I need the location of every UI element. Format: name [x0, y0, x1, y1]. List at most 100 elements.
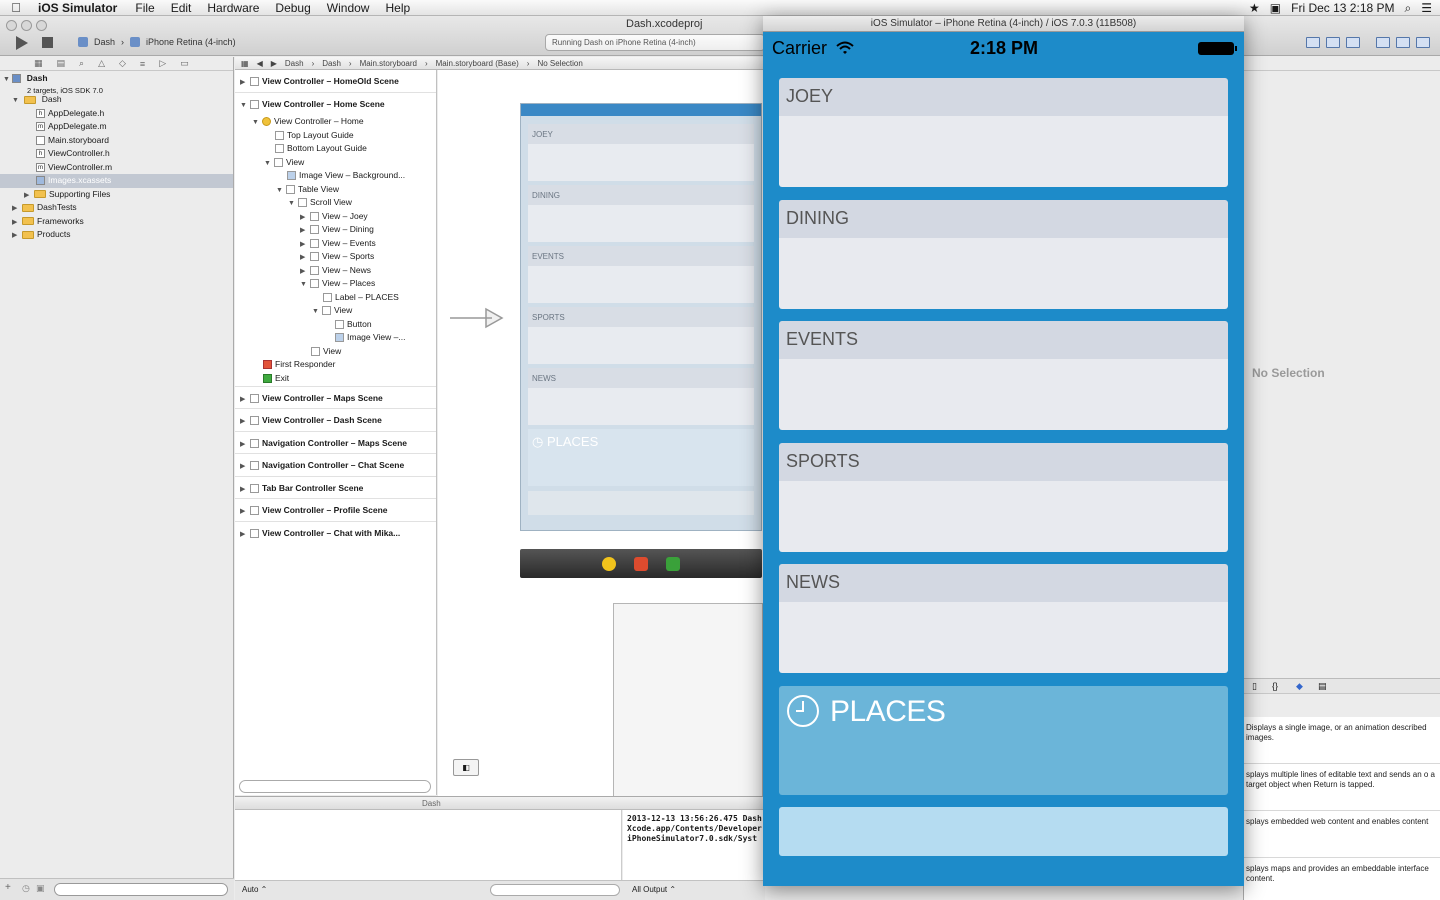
symbol-icon[interactable]: ▤ [57, 58, 66, 69]
outline-exit[interactable]: Exit [235, 372, 436, 387]
scene-nav-chat[interactable]: ▶ Navigation Controller – Chat Scene [235, 454, 436, 477]
disclosure-closed-icon[interactable]: ▶ [12, 216, 22, 230]
scheme-selector[interactable]: Dash › iPhone Retina (4-inch) [78, 37, 236, 47]
code-snippet-icon[interactable]: {} [1272, 681, 1278, 691]
media-library-icon[interactable]: ▤ [1318, 681, 1327, 692]
debug-icon[interactable]: ≡ [140, 59, 145, 69]
file-appdelegate-m[interactable]: m AppDelegate.m [0, 120, 233, 134]
group-supporting-files[interactable]: ▶ Supporting Files [0, 188, 233, 202]
version-editor-icon[interactable] [1346, 37, 1360, 48]
assistant-editor-icon[interactable] [1326, 37, 1340, 48]
cell-dining[interactable]: DINING [779, 200, 1228, 309]
related-items-icon[interactable]: ▦ [241, 59, 249, 68]
recent-icon[interactable]: ◷ [22, 883, 30, 894]
cell-news[interactable]: NEWS [779, 564, 1228, 673]
menu-help[interactable]: Help [377, 1, 418, 15]
zoom-window-button[interactable] [36, 20, 47, 31]
storyboard-home-scene[interactable]: JOEY DINING EVENTS SPORTS NEWS ◷ PLACES [520, 103, 762, 531]
back-icon[interactable]: ◀ [257, 59, 263, 68]
menu-file[interactable]: File [127, 1, 162, 15]
outline-view-events[interactable]: ▶ View – Events [235, 237, 436, 251]
scene-homeold[interactable]: ▶ View Controller – HomeOld Scene [235, 70, 436, 93]
minimize-window-button[interactable] [21, 20, 32, 31]
library-item-text-field[interactable]: splays multiple lines of editable text a… [1244, 764, 1440, 811]
scene-maps[interactable]: ▶ View Controller – Maps Scene [235, 387, 436, 412]
file-appdelegate-h[interactable]: h AppDelegate.h [0, 107, 233, 121]
outline-scroll-view[interactable]: ▼ Scroll View [235, 196, 436, 210]
outline-button[interactable]: Button [235, 318, 436, 332]
variables-filter-input[interactable] [490, 884, 620, 896]
navigator-filter-input[interactable] [54, 883, 228, 896]
calendar-icon[interactable]: ▣ [1270, 1, 1281, 15]
disclosure-closed-icon[interactable]: ▶ [240, 456, 250, 479]
hide-outline-button[interactable]: ◧ [453, 759, 479, 776]
disclosure-closed-icon[interactable]: ▶ [240, 524, 250, 547]
disclosure-closed-icon[interactable]: ▶ [12, 229, 22, 243]
spotlight-icon[interactable]: ⌕ [1405, 1, 1412, 16]
jump-item-selection[interactable]: No Selection [537, 59, 582, 68]
group-dashtests[interactable]: ▶ DashTests [0, 201, 233, 215]
disclosure-open-icon[interactable]: ▼ [0, 75, 10, 85]
output-selector[interactable]: All Output ⌃ [632, 885, 676, 894]
disclosure-closed-icon[interactable]: ▶ [240, 411, 250, 434]
project-root[interactable]: ▼ Dash 2 targets, iOS SDK 7.0 [0, 71, 233, 95]
sb-cell-events[interactable]: EVENTS [528, 246, 754, 303]
sb-cell-news[interactable]: NEWS [528, 368, 754, 425]
simulator-title[interactable]: iOS Simulator – iPhone Retina (4-inch) /… [763, 16, 1244, 32]
disclosure-closed-icon[interactable]: ▶ [240, 501, 250, 524]
cell-places[interactable]: PLACES [779, 686, 1228, 795]
sb-cell-joey[interactable]: JOEY [528, 124, 754, 181]
object-library-icon[interactable]: ◆ [1296, 681, 1303, 692]
cell-sports[interactable]: SPORTS [779, 443, 1228, 552]
warning-icon[interactable]: △ [98, 58, 105, 69]
outline-view-places[interactable]: ▼ View – Places [235, 277, 436, 291]
disclosure-open-icon[interactable]: ▼ [276, 184, 286, 198]
scene-dash[interactable]: ▶ View Controller – Dash Scene [235, 409, 436, 432]
file-template-icon[interactable]: ▯ [1252, 681, 1257, 692]
file-viewcontroller-h[interactable]: h ViewController.h [0, 147, 233, 161]
auto-selector[interactable]: Auto ⌃ [242, 885, 267, 894]
jump-item-folder[interactable]: Dash [322, 59, 341, 68]
outline-view-sports[interactable]: ▶ View – Sports [235, 250, 436, 264]
first-responder-icon[interactable] [634, 556, 648, 571]
close-window-button[interactable] [6, 20, 17, 31]
storyboard-second-scene[interactable] [613, 603, 763, 798]
outline-top-guide[interactable]: Top Layout Guide [235, 129, 436, 143]
outline-inner-view[interactable]: ▼ View [235, 304, 436, 318]
scene-home[interactable]: ▼ View Controller – Home Scene [235, 93, 436, 116]
group-products[interactable]: ▶ Products [0, 228, 233, 242]
disclosure-closed-icon[interactable]: ▶ [12, 202, 22, 216]
scene-chat-mika[interactable]: ▶ View Controller – Chat with Mika... [235, 522, 436, 545]
sb-cell-sports[interactable]: SPORTS [528, 307, 754, 364]
exit-icon[interactable] [666, 556, 680, 571]
file-viewcontroller-m[interactable]: m ViewController.m [0, 161, 233, 175]
file-main-storyboard[interactable]: Main.storyboard [0, 134, 233, 148]
outline-bottom-guide[interactable]: Bottom Layout Guide [235, 142, 436, 156]
disclosure-closed-icon[interactable]: ▶ [300, 224, 310, 238]
library-item-web-view[interactable]: splays embedded web content and enables … [1244, 811, 1440, 858]
group-frameworks[interactable]: ▶ Frameworks [0, 215, 233, 229]
outline-vc-home[interactable]: ▼ View Controller – Home [235, 115, 436, 129]
group-dash[interactable]: ▼ Dash [0, 93, 233, 107]
disclosure-closed-icon[interactable]: ▶ [240, 389, 250, 412]
disclosure-open-icon[interactable]: ▼ [12, 94, 22, 108]
stop-button[interactable] [42, 37, 53, 48]
add-icon[interactable]: + [5, 882, 11, 893]
sb-cell-last[interactable] [528, 491, 754, 515]
star-icon[interactable]: ★ [1249, 1, 1260, 15]
search-icon[interactable]: ⌕ [79, 58, 84, 69]
run-button[interactable] [16, 36, 28, 50]
disclosure-open-icon[interactable]: ▼ [240, 95, 250, 118]
jump-item-file[interactable]: Main.storyboard [360, 59, 417, 68]
cell-events[interactable]: EVENTS [779, 321, 1228, 430]
menu-debug[interactable]: Debug [267, 1, 318, 15]
outline-label-places[interactable]: Label – PLACES [235, 291, 436, 305]
disclosure-open-icon[interactable]: ▼ [312, 305, 322, 319]
simulator-screen[interactable]: Carrier 2:18 PM JOEY DINING EVENTS SPORT… [763, 32, 1244, 886]
jump-item-base[interactable]: Main.storyboard (Base) [436, 59, 519, 68]
outline-view[interactable]: ▼ View [235, 156, 436, 170]
outline-view2[interactable]: View [235, 345, 436, 359]
outline-view-joey[interactable]: ▶ View – Joey [235, 210, 436, 224]
menu-window[interactable]: Window [319, 1, 378, 15]
scene-profile[interactable]: ▶ View Controller – Profile Scene [235, 499, 436, 522]
